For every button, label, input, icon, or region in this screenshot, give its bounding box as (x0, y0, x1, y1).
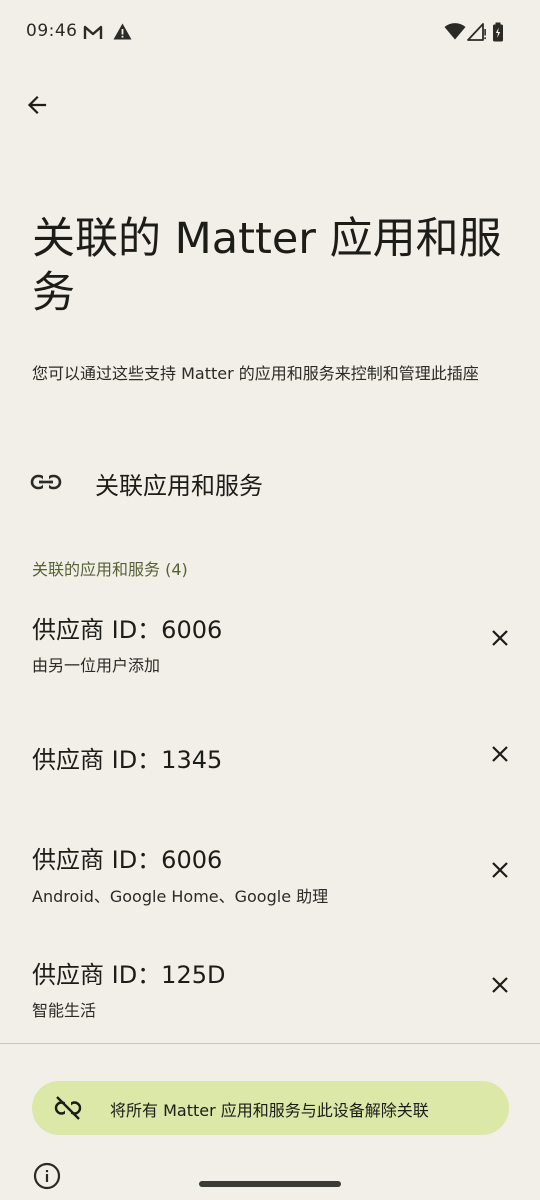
close-icon (492, 977, 508, 993)
alert-icon (113, 23, 132, 40)
unlink-all-button[interactable]: 将所有 Matter 应用和服务与此设备解除关联 (32, 1081, 509, 1135)
home-indicator[interactable] (199, 1181, 341, 1187)
linked-app-item: 供应商 ID：6006 Android、Google Home、Google 助… (0, 830, 540, 906)
divider (0, 1043, 540, 1044)
link-apps-button[interactable]: 关联应用和服务 (0, 450, 540, 514)
link-off-icon (54, 1096, 82, 1120)
remove-app-button[interactable] (480, 618, 520, 658)
linked-apps-section-header: 关联的应用和服务 (4) (32, 560, 188, 579)
linked-app-subtitle: 由另一位用户添加 (32, 656, 161, 675)
unlink-all-label: 将所有 Matter 应用和服务与此设备解除关联 (110, 1101, 429, 1120)
page-title: 关联的 Matter 应用和服务 (32, 214, 502, 318)
close-icon (492, 630, 508, 646)
back-button[interactable] (14, 82, 60, 128)
status-time: 09:46 (26, 21, 78, 41)
linked-app-subtitle: 智能生活 (32, 1001, 97, 1020)
linked-app-title: 供应商 ID：1345 (32, 746, 223, 774)
linked-app-subtitle: Android、Google Home、Google 助理 (32, 887, 329, 906)
status-bar: 09:46 (0, 0, 540, 64)
remove-app-button[interactable] (480, 734, 520, 774)
link-icon (30, 474, 62, 490)
arrow-back-icon (27, 95, 47, 115)
linked-app-item: 供应商 ID：1345 (0, 730, 540, 786)
linked-app-title: 供应商 ID：125D (32, 961, 226, 989)
remove-app-button[interactable] (480, 850, 520, 890)
close-icon (492, 746, 508, 762)
linked-app-title: 供应商 ID：6006 (32, 616, 223, 644)
battery-icon (493, 22, 503, 42)
page-description: 您可以通过这些支持 Matter 的应用和服务来控制和管理此插座 (32, 364, 479, 383)
info-icon[interactable] (32, 1161, 62, 1191)
wifi-icon (444, 23, 466, 40)
signal-icon (467, 23, 486, 41)
gmail-icon (83, 25, 103, 39)
linked-app-item: 供应商 ID：6006 由另一位用户添加 (0, 600, 540, 676)
linked-app-title: 供应商 ID：6006 (32, 846, 223, 874)
close-icon (492, 862, 508, 878)
link-apps-label: 关联应用和服务 (95, 472, 263, 500)
linked-app-item: 供应商 ID：125D 智能生活 (0, 945, 540, 1021)
remove-app-button[interactable] (480, 965, 520, 1005)
